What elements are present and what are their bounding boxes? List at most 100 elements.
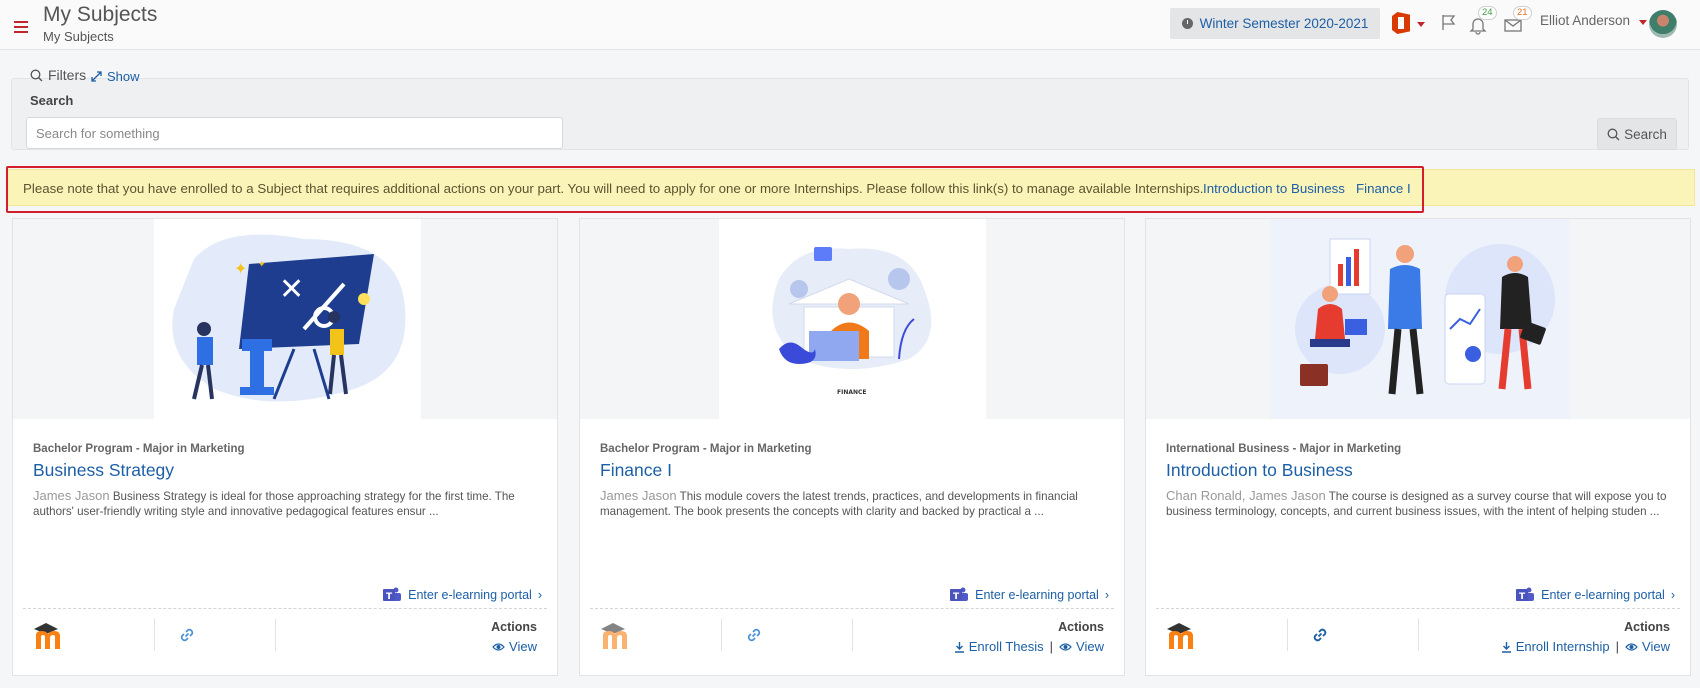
eye-icon [1625,642,1638,651]
flag-icon[interactable] [1440,13,1458,31]
introduction-to-business-illustration [1270,219,1570,419]
top-bar: My Subjects My Subjects Winter Semester … [0,0,1700,50]
link-icon[interactable] [177,625,197,645]
search-input[interactable] [26,117,563,149]
chevron-right-icon: › [1104,588,1109,602]
search-button[interactable]: Search [1597,118,1677,150]
card-title[interactable]: Introduction to Business [1166,460,1353,481]
svg-text:✕: ✕ [279,272,304,307]
alert-link-introduction-to-business[interactable]: Introduction to Business [1203,181,1345,196]
notifications-badge: 24 [1478,6,1497,20]
action-separator: | [1615,639,1620,654]
subject-card: FINANCE Bachelor Program - Major in Mark… [579,218,1125,676]
actions-label: Actions [1058,620,1104,634]
chevron-down-icon [1417,22,1425,27]
portal-label: Enter e-learning portal [975,588,1099,602]
hamburger-icon[interactable] [14,21,28,33]
search-icon [1607,128,1620,140]
enroll-internship-button[interactable]: Enroll Internship [1501,639,1610,654]
username: Elliot Anderson [1540,13,1631,28]
actions-label: Actions [1624,620,1670,634]
action-separator: | [1049,639,1054,654]
portal-label: Enter e-learning portal [1541,588,1665,602]
alert-text: Please note that you have enrolled to a … [23,181,1204,196]
enroll-internship-label: Enroll Internship [1515,639,1610,654]
card-title[interactable]: Business Strategy [33,460,174,481]
view-label: View [509,639,537,654]
link-icon[interactable] [1310,625,1330,645]
card-authors: Chan Ronald, James Jason [1166,488,1326,503]
clock-icon [1181,18,1193,29]
moodle-icon[interactable] [599,621,631,651]
column-separator [275,619,276,651]
eye-icon [492,642,505,651]
view-button[interactable]: View [1059,639,1104,654]
eye-icon [1059,642,1072,651]
office-icon [1392,12,1410,34]
breadcrumb[interactable]: My Subjects [43,29,114,44]
download-icon [1501,641,1511,653]
messages-button[interactable]: 21 [1503,6,1532,35]
card-image-background [1146,219,1690,419]
show-label: Show [107,69,140,84]
card-image-background: FINANCE [580,219,1124,419]
business-strategy-illustration: ✕ ✦ ✦ [154,219,421,419]
semester-selector[interactable]: Winter Semester 2020-2021 [1170,8,1380,39]
enter-e-learning-portal-link[interactable]: T Enter e-learning portal › [382,587,542,603]
column-separator [1287,619,1288,651]
card-program: Bachelor Program - Major in Marketing [600,443,812,455]
finance-illustration: FINANCE [719,219,986,419]
actions-row: Enroll Thesis | View [954,639,1104,654]
column-separator [154,619,155,651]
alert-link-finance-i[interactable]: Finance I [1356,181,1411,196]
card-program: International Business - Major in Market… [1166,443,1402,455]
avatar[interactable] [1649,10,1677,38]
column-separator [721,619,722,651]
subject-card: International Business - Major in Market… [1145,218,1691,676]
chevron-right-icon: › [537,588,542,602]
portal-label: Enter e-learning portal [408,588,532,602]
enroll-thesis-button[interactable]: Enroll Thesis [954,639,1044,654]
card-description: Chan Ronald, James Jason The course is d… [1166,488,1676,519]
card-authors: James Jason [33,488,110,503]
office-menu[interactable] [1392,12,1425,36]
teams-icon: T [950,587,969,602]
actions-label: Actions [491,620,537,634]
chevron-down-icon [1639,20,1647,25]
card-description: James Jason This module covers the lates… [600,488,1110,519]
chevron-right-icon: › [1670,588,1675,602]
card-image-background: ✕ ✦ ✦ [13,219,557,419]
search-button-label: Search [1624,126,1667,142]
enroll-thesis-label: Enroll Thesis [968,639,1044,654]
link-icon[interactable] [744,625,764,645]
view-label: View [1642,639,1670,654]
card-title[interactable]: Finance I [600,460,672,481]
card-divider [1156,608,1680,609]
svg-text:T: T [953,592,960,602]
filters-title: Filters [48,67,87,83]
column-separator [852,619,853,651]
enter-e-learning-portal-link[interactable]: T Enter e-learning portal › [949,587,1109,603]
view-label: View [1076,639,1104,654]
svg-text:✦: ✦ [258,260,266,270]
subject-card: ✕ ✦ ✦ Bachelor Program - Major in Market… [12,218,558,676]
card-authors: James Jason [600,488,677,503]
teams-icon: T [383,587,402,602]
actions-row: View [492,639,537,654]
moodle-icon[interactable] [32,621,64,651]
column-separator [1418,619,1419,651]
download-icon [954,641,964,653]
notifications-button[interactable]: 24 [1468,6,1497,35]
enter-e-learning-portal-link[interactable]: T Enter e-learning portal › [1515,587,1675,603]
search-label: Search [30,93,74,108]
user-menu[interactable]: Elliot Anderson [1540,13,1630,28]
view-button[interactable]: View [492,639,537,654]
teams-icon: T [1516,587,1535,602]
moodle-icon[interactable] [1165,621,1197,651]
card-program: Bachelor Program - Major in Marketing [33,443,245,455]
view-button[interactable]: View [1625,639,1670,654]
image-caption: FINANCE [837,389,867,396]
svg-text:T: T [386,592,393,602]
show-filters-link[interactable]: Show [91,69,140,84]
card-description: James Jason Business Strategy is ideal f… [33,488,543,519]
